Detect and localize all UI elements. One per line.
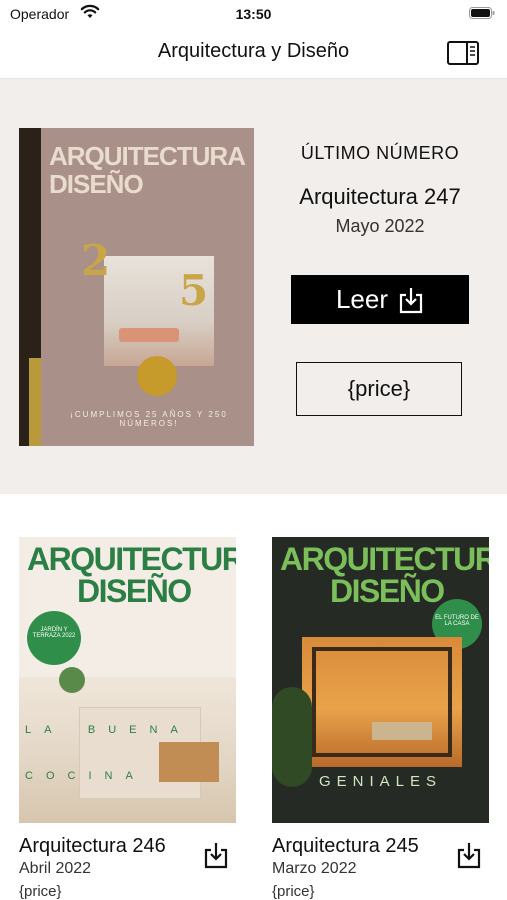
- cover-masthead: ARQUITECTURA DISEÑO: [49, 141, 246, 199]
- navigation-bar: Arquitectura y Diseño: [0, 30, 507, 79]
- issue-cover[interactable]: ARQUITECTURA DISEÑO JARDÍN Y TERRAZA 202…: [19, 537, 236, 823]
- issue-price: {price}: [272, 883, 315, 900]
- cover-digit: 2: [81, 236, 111, 285]
- sidebar-icon[interactable]: [447, 41, 479, 65]
- price-button[interactable]: {price}: [296, 362, 462, 416]
- cover-photo-tree: [272, 687, 312, 787]
- cover-caption: ¡CUMPLIMOS 25 AÑOS Y 250 NÚMEROS!: [70, 410, 228, 428]
- featured-issue-name: Arquitectura 247: [299, 184, 461, 209]
- cover-badge: JARDÍN Y TERRAZA 2022: [27, 611, 81, 665]
- cover-photo-window: [312, 647, 452, 757]
- cover-bottom-word: GENIALES: [318, 773, 443, 790]
- download-icon: [399, 287, 423, 313]
- issue-date: Abril 2022: [19, 860, 92, 877]
- issue-cover[interactable]: ARQUITECTURA DISEÑO EL FUTURO DE LA CASA…: [272, 537, 489, 823]
- issue-date: Marzo 2022: [272, 860, 357, 877]
- featured-issue-cover[interactable]: ARQUITECTURA DISEÑO 2 5 ¡CUMPLIMOS 25 AÑ…: [19, 128, 254, 446]
- cover-photo-table: [119, 328, 179, 342]
- read-button-label: Leer: [335, 284, 389, 314]
- issue-price: {price}: [19, 883, 62, 900]
- page-title: Arquitectura y Diseño: [157, 40, 350, 62]
- cover-gold-disc: [137, 356, 177, 396]
- featured-issue-section: ARQUITECTURA DISEÑO 2 5 ¡CUMPLIMOS 25 AÑ…: [0, 79, 507, 494]
- issue-card[interactable]: ARQUITECTURA DISEÑO JARDÍN Y TERRAZA 202…: [19, 537, 237, 900]
- issue-name: Arquitectura 245: [272, 835, 419, 857]
- latest-issue-label: ÚLTIMO NÚMERO: [300, 143, 460, 163]
- cover-side-word: LA BUENA COCINA: [25, 724, 191, 782]
- cover-photo-sofa: [372, 722, 432, 740]
- battery-icon: [469, 7, 495, 19]
- download-icon[interactable]: [456, 841, 482, 869]
- cover-digit: 5: [179, 266, 209, 315]
- cover-masthead: ARQUITECTURA DISEÑO: [27, 541, 236, 609]
- status-bar: Operador 13:50: [0, 0, 507, 30]
- download-icon[interactable]: [203, 841, 229, 869]
- issue-card[interactable]: ARQUITECTURA DISEÑO EL FUTURO DE LA CASA…: [272, 537, 490, 900]
- cover-spine-accent: [29, 358, 41, 446]
- issue-name: Arquitectura 246: [19, 835, 166, 857]
- featured-issue-date: Mayo 2022: [335, 216, 425, 236]
- clock: 13:50: [235, 6, 272, 22]
- cover-masthead: ARQUITECTURA DISEÑO: [280, 541, 489, 609]
- read-button[interactable]: Leer: [291, 275, 469, 324]
- cover-photo-plant: [59, 667, 85, 693]
